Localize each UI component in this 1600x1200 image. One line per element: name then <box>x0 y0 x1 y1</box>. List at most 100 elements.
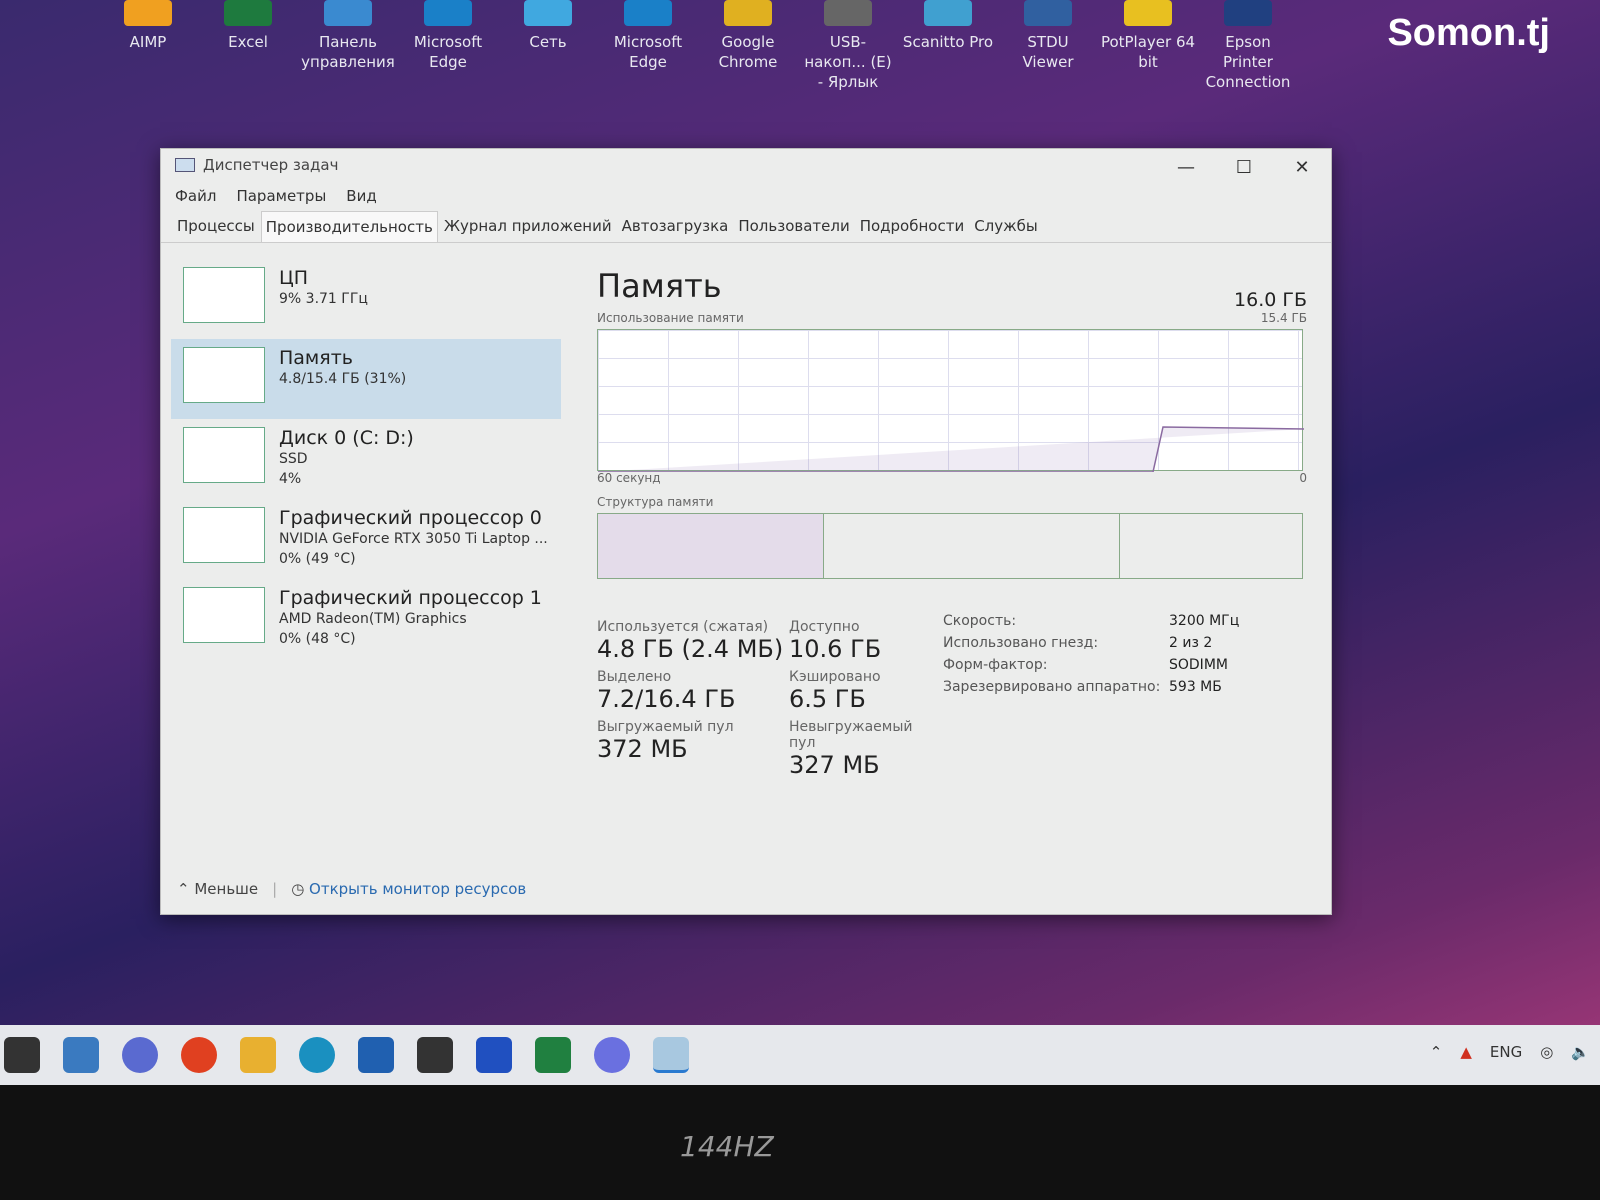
zero-label: 0 <box>1299 471 1307 485</box>
tab-app-history[interactable]: Журнал приложений <box>440 211 616 242</box>
yandex-icon[interactable] <box>181 1037 217 1073</box>
task-manager-taskbar-icon[interactable] <box>653 1037 689 1073</box>
mini-graph <box>183 507 265 563</box>
app-icon <box>424 0 472 26</box>
desktop-icon-label: Google Chrome <box>718 33 778 71</box>
window-title: Диспетчер задач <box>203 156 339 174</box>
chat-icon[interactable] <box>122 1037 158 1073</box>
laptop-bezel <box>0 1085 1600 1200</box>
app-icon <box>1124 0 1172 26</box>
tab-performance[interactable]: Производительность <box>260 211 438 242</box>
desktop-icons: AIMP Excel Панель управления Microsoft Edge… <box>100 0 1296 92</box>
panel-title: Память <box>597 267 722 305</box>
system-tray: ⌃ ▲ ENG ◎ 🔈 <box>1430 1043 1590 1061</box>
tab-users[interactable]: Пользователи <box>734 211 853 242</box>
close-button[interactable]: ✕ <box>1273 157 1331 178</box>
desktop-icon[interactable]: Панель управления <box>300 0 396 92</box>
menu-view[interactable]: Вид <box>346 187 376 205</box>
desktop-icon-label: PotPlayer 64 bit <box>1100 33 1196 71</box>
app-icon <box>924 0 972 26</box>
desktop-icon[interactable]: Excel <box>200 0 296 92</box>
footer: ⌃ Меньше | ◷ Открыть монитор ресурсов <box>177 880 527 898</box>
time-label: 60 секунд <box>597 471 661 485</box>
xbox-icon[interactable] <box>535 1037 571 1073</box>
desktop-icon[interactable]: Microsoft Edge <box>600 0 696 92</box>
desktop-icon[interactable]: AIMP <box>100 0 196 92</box>
app-icon <box>224 0 272 26</box>
tab-details[interactable]: Подробности <box>856 211 969 242</box>
mini-graph <box>183 427 265 483</box>
start-icon[interactable] <box>4 1037 40 1073</box>
mini-graph <box>183 347 265 403</box>
taskbar: ⌃ ▲ ENG ◎ 🔈 <box>0 1025 1600 1085</box>
file-explorer-icon[interactable] <box>240 1037 276 1073</box>
prop-reserved-value: 593 МБ <box>1169 679 1222 695</box>
myasus-icon[interactable] <box>476 1037 512 1073</box>
menu-options[interactable]: Параметры <box>236 187 326 205</box>
prop-speed-label: Скорость: <box>943 613 1017 629</box>
store-icon[interactable] <box>358 1037 394 1073</box>
tab-startup[interactable]: Автозагрузка <box>618 211 733 242</box>
memory-usage-graph <box>597 329 1304 472</box>
desktop-icon[interactable]: Microsoft Edge <box>400 0 496 92</box>
desktop-icon[interactable]: Scanitto Pro <box>900 0 996 92</box>
fewer-details-button[interactable]: ⌃ Меньше <box>177 880 258 898</box>
desktop-icon-label: Сеть <box>529 33 567 51</box>
desktop-icon[interactable]: PotPlayer 64 bit <box>1100 0 1196 92</box>
language-indicator[interactable]: ENG <box>1490 1043 1522 1061</box>
desktop-icon[interactable]: USB-накоп... (E) - Ярлык <box>800 0 896 92</box>
stat-cached: Кэшировано 6.5 ГБ <box>789 669 881 713</box>
desktop-icon-label: STDU Viewer <box>1022 33 1074 71</box>
desktop-icon[interactable]: Google Chrome <box>700 0 796 92</box>
tab-processes[interactable]: Процессы <box>173 211 259 242</box>
desktop-icon[interactable]: STDU Viewer <box>1000 0 1096 92</box>
network-icon[interactable]: ◎ <box>1540 1043 1553 1061</box>
sidebar-item[interactable]: Память 4.8/15.4 ГБ (31%) <box>171 339 561 419</box>
usage-max: 15.4 ГБ <box>1260 311 1307 325</box>
desktop-icon[interactable]: Сеть <box>500 0 596 92</box>
sidebar-item[interactable]: ЦП 9% 3.71 ГГц <box>171 259 561 339</box>
title-bar: Диспетчер задач — ☐ ✕ <box>161 149 1331 181</box>
edge-icon[interactable] <box>299 1037 335 1073</box>
sidebar-item[interactable]: Графический процессор 0 NVIDIA GeForce RT… <box>171 499 561 579</box>
warning-icon[interactable]: ▲ <box>1460 1043 1472 1061</box>
prop-speed-value: 3200 МГц <box>1169 613 1240 629</box>
total-memory: 16.0 ГБ <box>1234 289 1307 311</box>
app-icon <box>524 0 572 26</box>
mini-graph <box>183 587 265 643</box>
usage-label: Использование памяти <box>597 311 744 325</box>
chevron-up-icon[interactable]: ⌃ <box>1430 1043 1443 1061</box>
sidebar-item[interactable]: Диск 0 (C: D:) SSD 4% <box>171 419 561 499</box>
cortana-icon[interactable] <box>594 1037 630 1073</box>
armoury-icon[interactable] <box>417 1037 453 1073</box>
minimize-button[interactable]: — <box>1157 157 1215 178</box>
desktop-icon-label: USB-накоп... (E) - Ярлык <box>804 33 892 91</box>
volume-icon[interactable]: 🔈 <box>1571 1043 1590 1061</box>
task-view-icon[interactable] <box>63 1037 99 1073</box>
chevron-up-icon: ⌃ <box>177 880 195 898</box>
maximize-button[interactable]: ☐ <box>1215 157 1273 178</box>
open-resource-monitor-link[interactable]: ◷ Открыть монитор ресурсов <box>291 880 526 898</box>
prop-form-value: SODIMM <box>1169 657 1228 673</box>
menu-bar: Файл Параметры Вид <box>161 181 1331 211</box>
tab-bar: Процессы Производительность Журнал прило… <box>161 211 1331 243</box>
structure-label: Структура памяти <box>597 495 714 509</box>
menu-file[interactable]: Файл <box>175 187 216 205</box>
free-segment <box>1120 514 1302 578</box>
app-icon <box>124 0 172 26</box>
standby-segment <box>824 514 1120 578</box>
watermark-logo: Somon.tj <box>1387 12 1550 54</box>
memory-properties: Скорость: 3200 МГц Использовано гнезд: 2 и… <box>943 613 1279 695</box>
sidebar-item[interactable]: Графический процессор 1 AMD Radeon(TM) Gr… <box>171 579 561 659</box>
prop-reserved-label: Зарезервировано аппаратно: <box>943 679 1161 695</box>
tab-services[interactable]: Службы <box>970 211 1042 242</box>
app-icon <box>1224 0 1272 26</box>
stat-nonpaged-pool: Невыгружаемый пул 327 МБ <box>789 719 913 779</box>
desktop-icon[interactable]: Epson Printer Connection <box>1200 0 1296 92</box>
stat-committed: Выделено 7.2/16.4 ГБ <box>597 669 736 713</box>
stat-in-use: Используется (сжатая) 4.8 ГБ (2.4 МБ) <box>597 619 784 663</box>
resource-sidebar: ЦП 9% 3.71 ГГц Память 4.8/15.4 ГБ (31%) Диск… <box>171 259 561 659</box>
desktop-icon-label: Scanitto Pro <box>902 33 994 51</box>
memory-structure-bar <box>597 513 1303 579</box>
desktop-icon-label: Панель управления <box>301 33 395 71</box>
